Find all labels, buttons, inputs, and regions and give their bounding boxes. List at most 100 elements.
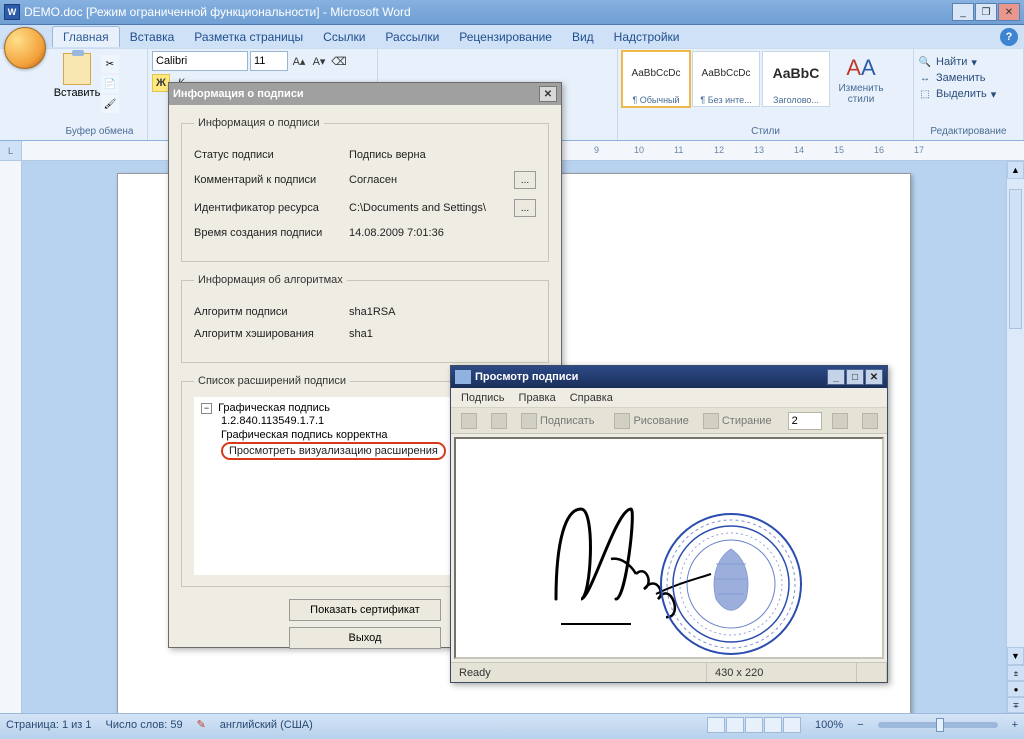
view-draft[interactable] [783, 717, 801, 733]
scroll-up-button[interactable]: ▲ [1007, 161, 1024, 179]
tool-open[interactable] [487, 411, 511, 431]
grow-font-button[interactable]: A▴ [290, 52, 308, 70]
show-certificate-button[interactable]: Показать сертификат [289, 599, 441, 621]
browse-object-button[interactable]: ● [1007, 681, 1024, 697]
help-icon[interactable]: ? [1000, 28, 1018, 46]
binoculars-icon: 🔍 [918, 55, 932, 69]
viewer-statusbar: Ready 430 x 220 [451, 662, 887, 682]
tab-home[interactable]: Главная [52, 26, 120, 47]
office-button[interactable] [4, 27, 46, 69]
algorithms-group: Информация об алгоритмах Алгоритм подпис… [181, 274, 549, 363]
field-row: Алгоритм подписи sha1RSA [194, 306, 536, 318]
tab-mailings[interactable]: Рассылки [375, 27, 449, 47]
zoom-slider[interactable] [878, 722, 998, 728]
status-words[interactable]: Число слов: 59 [106, 719, 183, 731]
window-restore-button[interactable]: ❐ [975, 3, 997, 21]
tool-brush[interactable] [828, 411, 852, 431]
field-row: Комментарий к подписи Согласен ... [194, 171, 536, 189]
proofing-icon[interactable]: ✎ [197, 718, 206, 731]
shrink-font-button[interactable]: A▾ [310, 52, 328, 70]
copy-button[interactable]: 📄 [101, 75, 119, 93]
group-clipboard-label: Буфер обмена [56, 125, 143, 138]
clear-format-button[interactable]: ⌫ [330, 52, 348, 70]
zoom-out-button[interactable]: − [857, 719, 863, 731]
field-row: Идентификатор ресурса C:\Documents and S… [194, 199, 536, 217]
window-close-button[interactable]: ✕ [998, 3, 1020, 21]
viewer-titlebar[interactable]: Просмотр подписи _ □ ✕ [451, 366, 887, 388]
viewer-close-button[interactable]: ✕ [865, 369, 883, 385]
prev-page-button[interactable]: ± [1007, 665, 1024, 681]
replace-button[interactable]: ↔Заменить [918, 71, 985, 85]
dialog-titlebar[interactable]: Информация о подписи ✕ [169, 83, 561, 105]
style-sample: AaBbCcDc [693, 52, 759, 94]
field-value: 14.08.2009 7:01:36 [349, 227, 536, 239]
tab-review[interactable]: Рецензирование [449, 27, 562, 47]
field-label: Статус подписи [194, 149, 349, 161]
vertical-ruler[interactable] [0, 161, 22, 713]
view-web-layout[interactable] [745, 717, 763, 733]
menu-help[interactable]: Справка [570, 392, 613, 404]
scroll-thumb[interactable] [1009, 189, 1022, 329]
cut-button[interactable]: ✂ [101, 55, 119, 73]
group-legend: Список расширений подписи [194, 375, 350, 387]
folder-icon [491, 413, 507, 429]
zoom-in-button[interactable]: + [1012, 719, 1018, 731]
font-size-select[interactable] [250, 51, 288, 71]
group-editing: 🔍Найти ▾ ↔Заменить ⬚Выделить ▾ Редактиро… [914, 49, 1024, 140]
paste-button[interactable]: Вставить [56, 51, 98, 99]
group-styles: AaBbCcDc ¶ Обычный AaBbCcDc ¶ Без инте..… [618, 49, 914, 140]
format-painter-button[interactable]: 🖌 [101, 95, 119, 113]
view-print-layout[interactable] [707, 717, 725, 733]
tool-color[interactable] [858, 411, 882, 431]
tree-item-view-visualization[interactable]: Просмотреть визуализацию расширения [221, 442, 446, 460]
signature-canvas[interactable] [454, 437, 884, 659]
ruler-tick: 12 [714, 145, 724, 155]
scroll-down-button[interactable]: ▼ [1007, 647, 1024, 665]
tab-addins[interactable]: Надстройки [604, 27, 690, 47]
tool-new[interactable] [457, 411, 481, 431]
menu-edit[interactable]: Правка [519, 392, 556, 404]
field-value: C:\Documents and Settings\ [349, 202, 508, 214]
dialog-close-button[interactable]: ✕ [539, 86, 557, 102]
menu-signature[interactable]: Подпись [461, 392, 505, 404]
view-full-screen[interactable] [726, 717, 744, 733]
tree-root-label[interactable]: Графическая подпись [218, 402, 330, 414]
find-button[interactable]: 🔍Найти ▾ [918, 55, 977, 69]
field-value: Подпись верна [349, 149, 536, 161]
tab-insert[interactable]: Вставка [120, 27, 185, 47]
window-minimize-button[interactable]: _ [952, 3, 974, 21]
tab-references[interactable]: Ссылки [313, 27, 375, 47]
style-normal[interactable]: AaBbCcDc ¶ Обычный [622, 51, 690, 107]
browse-button[interactable]: ... [514, 199, 536, 217]
viewer-menubar: Подпись Правка Справка [451, 388, 887, 408]
style-no-spacing[interactable]: AaBbCcDc ¶ Без инте... [692, 51, 760, 107]
exit-button[interactable]: Выход [289, 627, 441, 649]
view-outline[interactable] [764, 717, 782, 733]
style-heading1[interactable]: AaBbC Заголово... [762, 51, 830, 107]
next-page-button[interactable]: ∓ [1007, 697, 1024, 713]
browse-button[interactable]: ... [514, 171, 536, 189]
status-language[interactable]: английский (США) [220, 719, 313, 731]
tab-page-layout[interactable]: Разметка страницы [184, 27, 313, 47]
viewer-minimize-button[interactable]: _ [827, 369, 845, 385]
tool-draw[interactable]: Рисование [610, 411, 692, 431]
vertical-scrollbar[interactable]: ▲ ▼ ± ● ∓ [1006, 161, 1024, 713]
new-file-icon [461, 413, 477, 429]
style-name: ¶ Обычный [623, 94, 689, 106]
font-name-select[interactable] [152, 51, 248, 71]
status-dimensions: 430 x 220 [707, 663, 857, 682]
signature-viewer-dialog: Просмотр подписи _ □ ✕ Подпись Правка Сп… [450, 365, 888, 683]
paste-label: Вставить [54, 87, 101, 99]
viewer-maximize-button[interactable]: □ [846, 369, 864, 385]
status-page[interactable]: Страница: 1 из 1 [6, 719, 92, 731]
change-styles-button[interactable]: AA Изменить стили [832, 51, 890, 105]
view-buttons [707, 717, 801, 733]
signature-drawing [536, 479, 836, 659]
tree-collapse-icon[interactable]: − [201, 403, 212, 414]
stroke-width-select[interactable] [788, 412, 822, 430]
tool-sign[interactable]: Подписать [517, 411, 598, 431]
tool-erase[interactable]: Стирание [699, 411, 776, 431]
select-button[interactable]: ⬚Выделить ▾ [918, 87, 996, 101]
zoom-percent[interactable]: 100% [815, 719, 843, 731]
tab-view[interactable]: Вид [562, 27, 604, 47]
